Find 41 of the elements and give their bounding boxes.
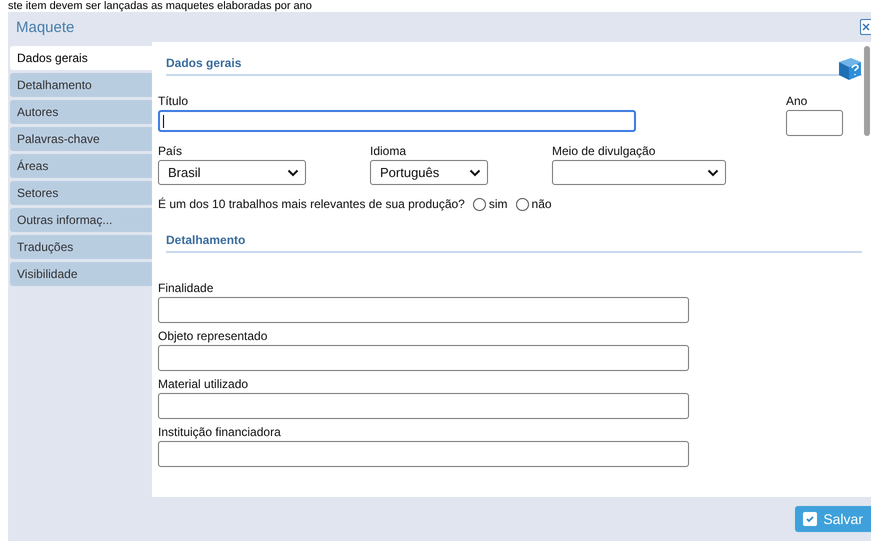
section-heading: Dados gerais	[166, 56, 242, 70]
text-input[interactable]	[158, 393, 689, 419]
question-text: É um dos 10 trabalhos mais relevantes de sua produção?	[158, 197, 465, 211]
field-label: Ano	[786, 94, 808, 108]
sidebar-tab[interactable]: Visibilidade	[10, 262, 152, 286]
dialog-title: Maquete	[15, 18, 74, 36]
sidebar-tab[interactable]: Áreas	[10, 154, 152, 178]
chevron-down-icon	[469, 168, 481, 176]
title-input[interactable]	[158, 110, 636, 132]
text-input[interactable]	[158, 441, 689, 467]
dropdown[interactable]	[552, 160, 726, 185]
field-label: Meio de divulgação	[552, 144, 656, 158]
sidebar-tab[interactable]: Autores	[10, 100, 152, 124]
sidebar-tab[interactable]: Outras informaç...	[10, 208, 152, 232]
checkbox-icon	[803, 512, 818, 526]
dropdown[interactable]: Brasil	[158, 160, 306, 185]
radio-option[interactable]: não	[516, 197, 552, 211]
text-input[interactable]	[158, 297, 689, 323]
sidebar-tab[interactable]: Detalhamento	[10, 73, 152, 97]
sidebar-tab[interactable]: Setores	[10, 181, 152, 205]
page-text: ste item devem ser lançadas as maquetes elaboradas por ano	[7, 0, 313, 12]
field-label: Idioma	[370, 144, 408, 158]
field-label: Objeto representado	[158, 329, 268, 343]
year-input[interactable]	[786, 110, 843, 136]
field-label: Material utilizado	[158, 377, 250, 391]
field-label: Instituição financiadora	[158, 425, 282, 439]
sidebar-tab[interactable]: Palavras-chave	[10, 127, 152, 151]
radio-option[interactable]: sim	[472, 197, 508, 211]
sidebar-tab[interactable]: Dados gerais	[10, 46, 152, 70]
chevron-down-icon	[707, 168, 719, 176]
field-label: Finalidade	[158, 281, 214, 295]
sidebar-tab[interactable]: Traduções	[10, 235, 152, 259]
field-label: Título	[158, 94, 190, 108]
close-icon[interactable]	[860, 19, 871, 35]
text-input[interactable]	[158, 345, 689, 371]
field-label: País	[158, 144, 184, 158]
scrollbar[interactable]	[862, 42, 871, 497]
section-heading: Detalhamento	[166, 233, 246, 247]
chevron-down-icon	[287, 168, 299, 176]
dropdown[interactable]: Português	[370, 160, 488, 185]
help-book-icon[interactable]	[836, 56, 862, 82]
